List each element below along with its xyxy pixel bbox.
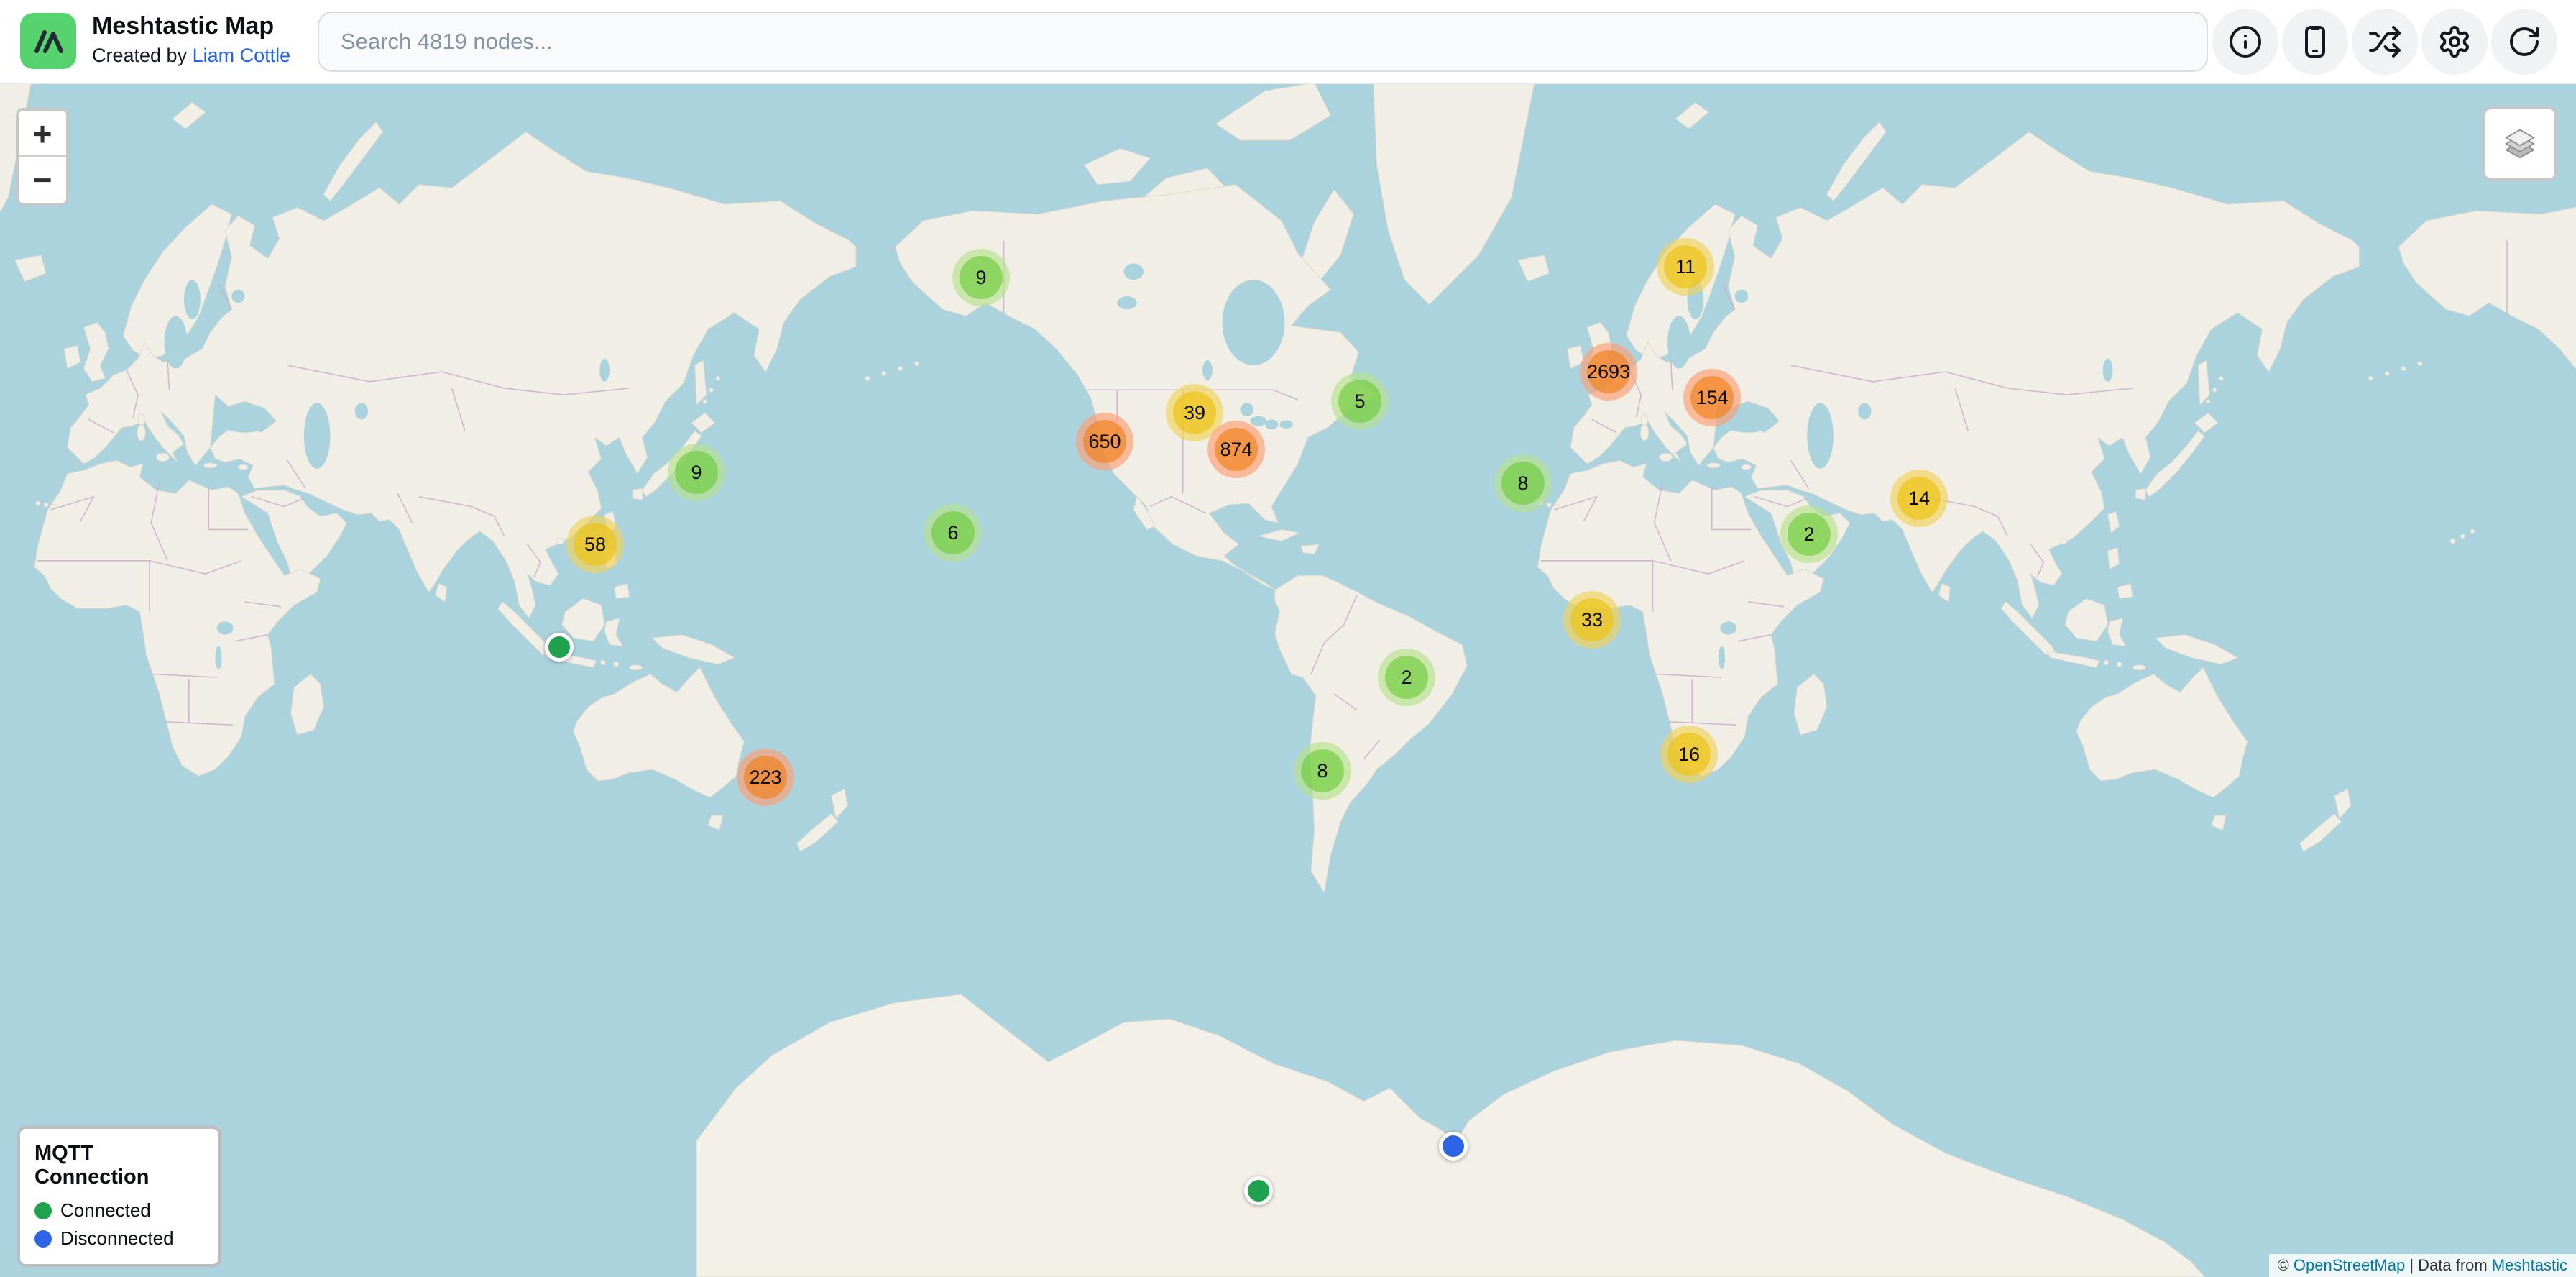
author-link[interactable]: Liam Cottle [193, 45, 291, 66]
byline: Created by Liam Cottle [92, 42, 290, 69]
cluster-count: 2 [1788, 513, 1831, 556]
byline-prefix: Created by [92, 45, 193, 66]
cluster-count: 874 [1215, 428, 1258, 471]
cluster-marker[interactable]: 650 [1076, 413, 1133, 470]
cluster-count: 2 [1385, 656, 1428, 699]
disconnected-dot-icon [34, 1230, 52, 1248]
cluster-count: 14 [1898, 477, 1941, 520]
zoom-in-button[interactable]: + [19, 111, 66, 157]
cluster-marker[interactable]: 2693 [1580, 343, 1637, 401]
cluster-marker[interactable]: 874 [1208, 421, 1265, 478]
info-button[interactable] [2212, 9, 2278, 75]
search-input[interactable] [318, 12, 2208, 72]
cluster-marker[interactable]: 8 [1494, 454, 1552, 512]
legend-item-disconnected: Disconnected [34, 1227, 204, 1250]
settings-button[interactable] [2421, 9, 2488, 75]
cluster-marker[interactable]: 2 [1780, 505, 1838, 563]
refresh-icon [2507, 24, 2542, 59]
legend-title: MQTT Connection [34, 1142, 204, 1189]
connected-dot-icon [34, 1202, 52, 1219]
legend-label: Disconnected [60, 1227, 174, 1250]
cluster-marker[interactable]: 2 [1378, 649, 1435, 706]
cluster-count: 33 [1570, 598, 1614, 641]
cluster-marker[interactable]: 11 [1657, 238, 1714, 296]
cluster-marker[interactable]: 14 [1890, 470, 1948, 527]
mountain-logo-icon [29, 22, 67, 60]
cluster-marker[interactable]: 154 [1683, 369, 1741, 426]
layers-icon [2499, 123, 2541, 165]
map-markers: 9 11 2693 154 39 5 650 874 9 8 14 6 58 2 33 2 223 8 16 [0, 0, 2576, 1277]
attribution-separator: | Data from [2405, 1256, 2492, 1275]
cluster-marker[interactable]: 6 [924, 504, 982, 562]
cluster-count: 9 [960, 256, 1003, 299]
top-bar: Meshtastic Map Created by Liam Cottle [0, 0, 2576, 84]
cluster-marker[interactable]: 9 [668, 444, 725, 501]
meshtastic-logo [20, 13, 76, 69]
cluster-count: 8 [1301, 749, 1344, 792]
cluster-count: 154 [1690, 376, 1734, 419]
cluster-marker[interactable]: 16 [1660, 726, 1718, 783]
zoom-control: + − [16, 108, 69, 206]
node-marker-disconnected[interactable] [1439, 1132, 1468, 1161]
mobile-app-button[interactable] [2282, 9, 2348, 75]
attribution-bar: © OpenStreetMap | Data from Meshtastic [2269, 1254, 2576, 1277]
gear-icon [2437, 24, 2472, 59]
cluster-marker[interactable]: 8 [1294, 742, 1351, 800]
node-marker-connected[interactable] [1244, 1176, 1273, 1205]
smartphone-icon [2298, 24, 2332, 59]
cluster-count: 650 [1083, 420, 1126, 463]
random-node-button[interactable] [2352, 9, 2418, 75]
cluster-count: 223 [744, 756, 787, 799]
osm-link[interactable]: OpenStreetMap [2294, 1256, 2405, 1275]
copyright-text: © [2278, 1256, 2294, 1275]
page-title: Meshtastic Map [92, 10, 290, 42]
cluster-count: 5 [1338, 380, 1381, 423]
cluster-marker[interactable]: 9 [952, 249, 1010, 306]
meshtastic-link[interactable]: Meshtastic [2492, 1256, 2567, 1275]
mqtt-legend: MQTT Connection Connected Disconnected [17, 1126, 221, 1267]
cluster-count: 11 [1664, 245, 1707, 288]
refresh-button[interactable] [2491, 9, 2557, 75]
shuffle-icon [2368, 24, 2402, 59]
title-block: Meshtastic Map Created by Liam Cottle [92, 10, 290, 69]
cluster-count: 9 [675, 451, 718, 494]
cluster-count: 58 [574, 523, 617, 566]
layers-control[interactable] [2483, 106, 2557, 181]
legend-item-connected: Connected [34, 1199, 204, 1222]
cluster-count: 6 [932, 511, 975, 554]
cluster-marker[interactable]: 223 [737, 749, 794, 806]
node-marker-connected[interactable] [545, 633, 574, 662]
legend-label: Connected [60, 1199, 151, 1222]
meshtastic-map-app: { "header": { "app_title": "Meshtastic M… [0, 0, 2576, 1277]
cluster-marker[interactable]: 5 [1331, 372, 1389, 430]
cluster-count: 39 [1173, 391, 1216, 434]
cluster-marker[interactable]: 33 [1563, 591, 1621, 649]
info-icon [2228, 24, 2263, 59]
cluster-marker[interactable]: 58 [566, 516, 624, 573]
zoom-out-button[interactable]: − [19, 157, 66, 203]
cluster-count: 16 [1668, 733, 1711, 776]
cluster-count: 8 [1501, 462, 1545, 505]
cluster-count: 2693 [1587, 350, 1630, 393]
